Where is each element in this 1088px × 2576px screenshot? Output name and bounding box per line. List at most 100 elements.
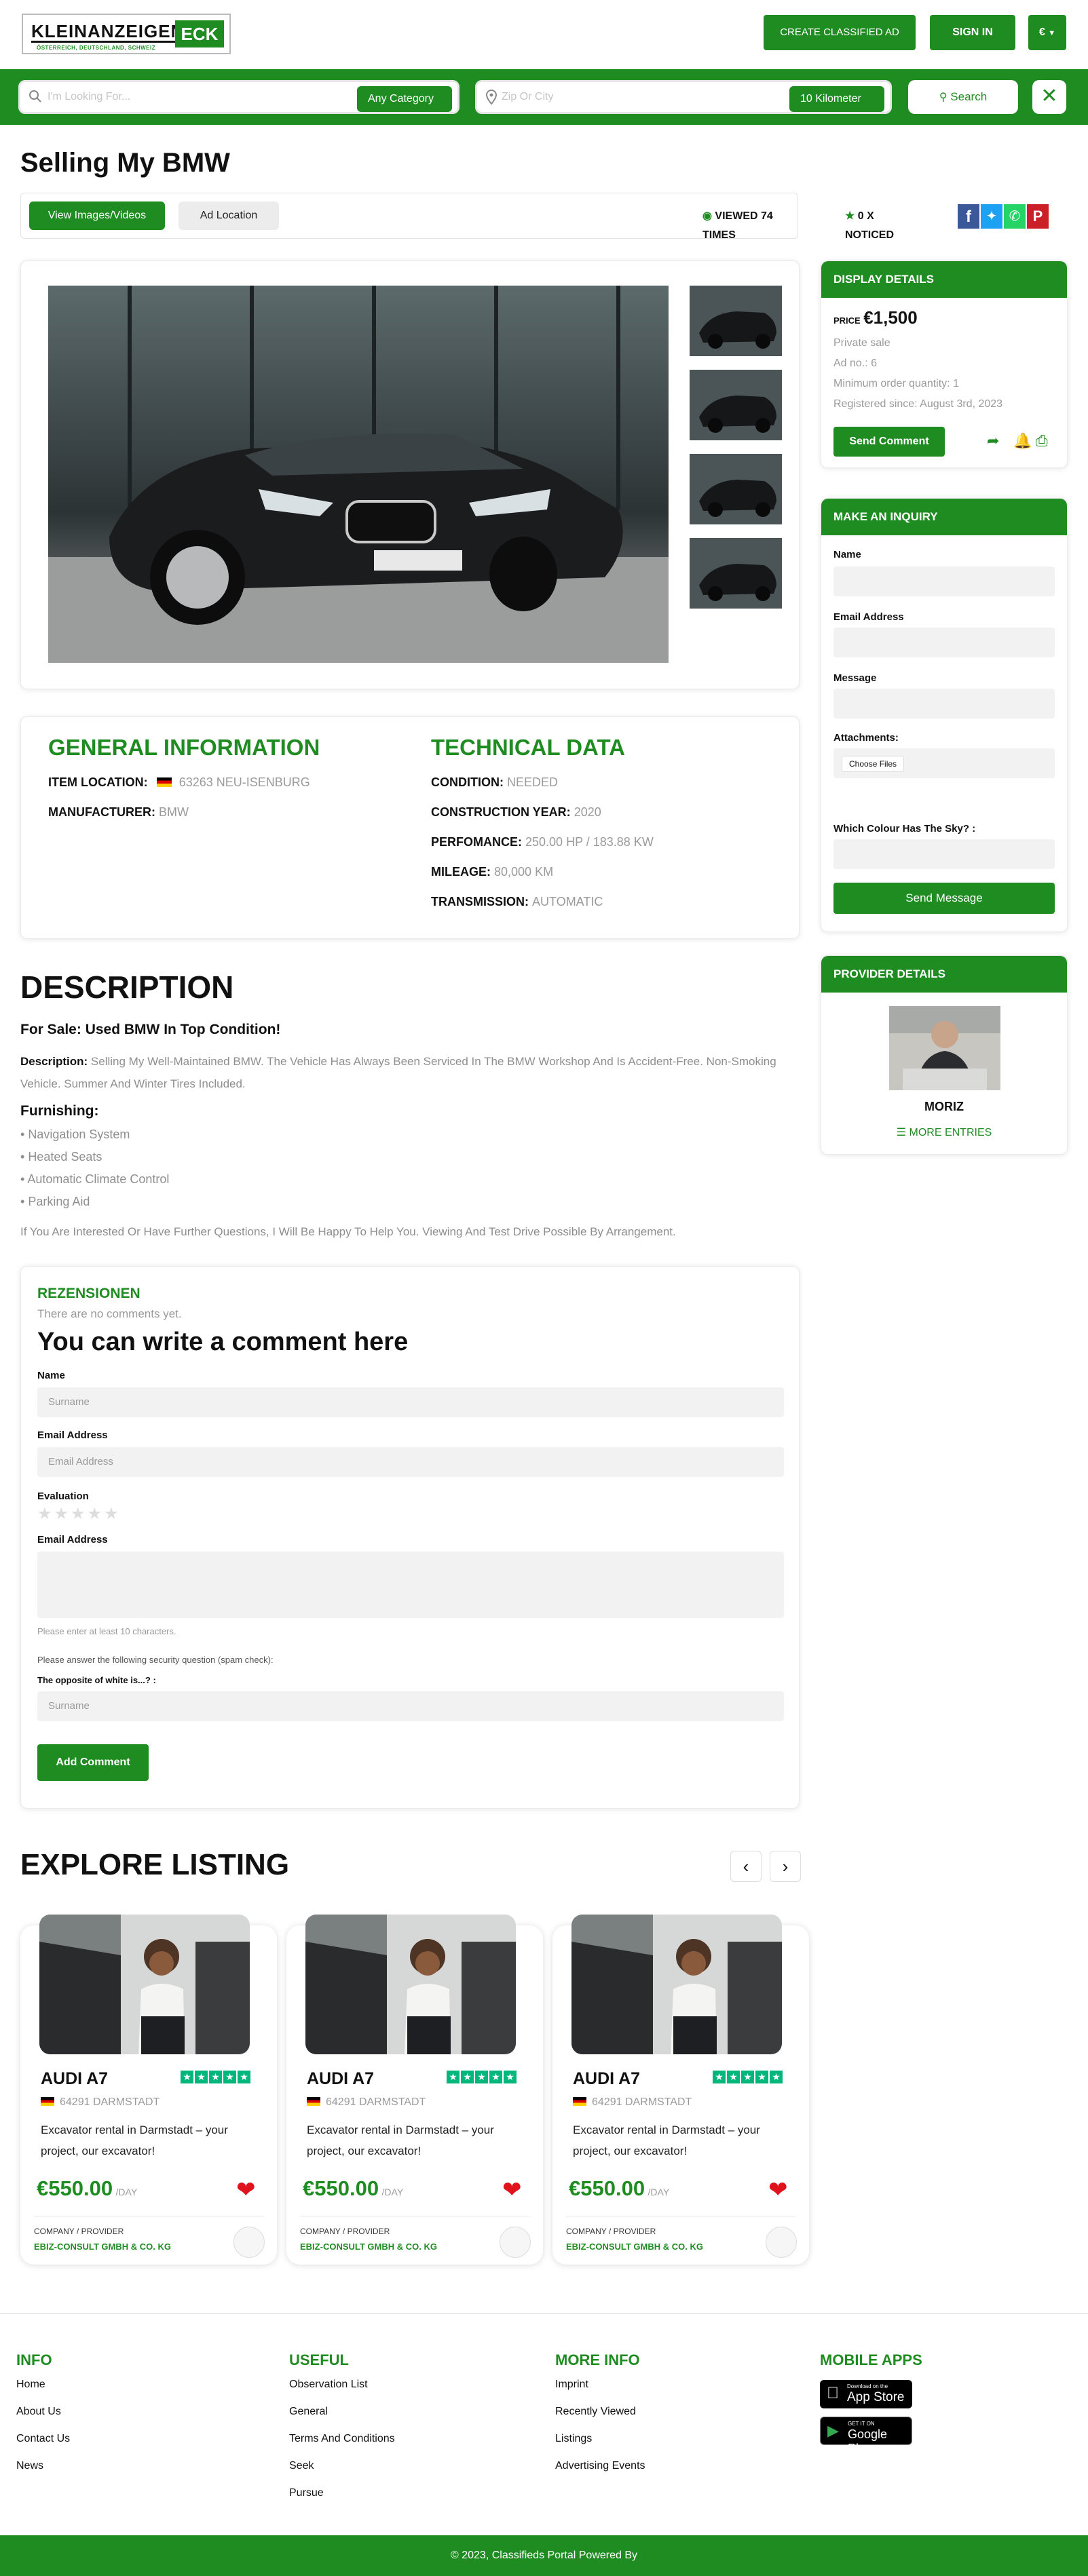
footer-link[interactable]: News [16, 2460, 43, 2472]
site-logo[interactable]: KLEINANZEIGEN ECK ÖSTERREICH, DEUTSCHLAN… [22, 14, 231, 54]
star-icon: ★ [461, 2071, 474, 2083]
footer-link[interactable]: Observation List [289, 2379, 368, 2391]
provider-name[interactable]: EBIZ-CONSULT GMBH & CO. KG [566, 2242, 703, 2252]
display-details-heading: DISPLAY DETAILS [821, 261, 1067, 298]
listing-image[interactable] [571, 1915, 782, 2054]
min-chars-note: Please enter at least 10 characters. [37, 1626, 176, 1636]
carousel-next-button[interactable]: › [770, 1851, 801, 1882]
heart-icon[interactable]: ❤ [236, 2176, 256, 2204]
tech-value: 250.00 HP / 183.88 KW [525, 835, 654, 849]
print-icon[interactable]: ⎙ [1036, 432, 1048, 450]
footer-useful-heading: USEFUL [289, 2351, 349, 2368]
logo-accent: ECK [175, 20, 224, 47]
sign-in-button[interactable]: SIGN IN [930, 15, 1015, 50]
tech-row: CONSTRUCTION YEAR: 2020 [431, 805, 601, 820]
footer-link[interactable]: Imprint [555, 2379, 588, 2391]
thumbnail-1[interactable] [690, 286, 782, 356]
provider-name[interactable]: EBIZ-CONSULT GMBH & CO. KG [34, 2242, 171, 2252]
provider-avatar[interactable] [889, 1006, 1000, 1090]
noticed-stat: ★ 0 X NOTICED [845, 207, 894, 245]
listing-description: Excavator rental in Darmstadt – your pro… [307, 2123, 494, 2157]
location-pin-icon [485, 89, 498, 108]
search-button[interactable]: ⚲ Search [908, 80, 1018, 114]
listing-location: 64291 DARMSTADT [573, 2096, 692, 2109]
twitter-icon[interactable]: ✦ [981, 204, 1002, 229]
star-icon[interactable]: ★ [54, 1505, 71, 1523]
more-entries-link[interactable]: ☰ MORE ENTRIES [821, 1126, 1067, 1139]
image-gallery [20, 261, 800, 689]
category-select[interactable]: Any Category ⌄ [357, 86, 452, 130]
star-icon[interactable]: ★ [88, 1505, 105, 1523]
footer-link[interactable]: Recently Viewed [555, 2406, 636, 2418]
heart-icon[interactable]: ❤ [768, 2176, 788, 2204]
share-icon[interactable]: ➦ [987, 432, 999, 450]
thumbnail-4[interactable] [690, 538, 782, 609]
create-ad-button[interactable]: CREATE CLASSIFIED AD [764, 15, 916, 50]
close-search-button[interactable]: ✕ [1032, 80, 1066, 114]
star-icon: ★ [489, 2071, 502, 2083]
send-message-button[interactable]: Send Message [833, 883, 1055, 914]
currency-dropdown[interactable]: € ▼ [1028, 15, 1066, 50]
footer-link[interactable]: Home [16, 2379, 45, 2391]
star-icon[interactable]: ★ [104, 1505, 121, 1523]
provider-name[interactable]: EBIZ-CONSULT GMBH & CO. KG [300, 2242, 437, 2252]
pinterest-icon[interactable]: P [1027, 204, 1049, 229]
tech-label: TRANSMISSION: [431, 895, 529, 908]
tech-label: CONDITION: [431, 775, 504, 789]
app-store-badge[interactable]:  Download on the App Store [820, 2380, 912, 2408]
bell-icon[interactable]: 🔔 [1013, 432, 1032, 450]
listing-card[interactable]: AUDI A7 ★ ★ ★ ★ ★ 64291 DARMSTADT Excavator ren… [20, 1915, 277, 2265]
listing-title: AUDI A7 [41, 2069, 109, 2088]
spam-note: Please answer the following security que… [37, 1655, 274, 1665]
location-search-field[interactable]: Zip Or City 10 Kilometer ⌄ [475, 80, 892, 130]
comment-email-input[interactable]: Email Address [37, 1447, 784, 1477]
inquiry-name-input[interactable] [833, 566, 1055, 596]
copyright-bar: © 2023, Classifieds Portal Powered By [0, 2535, 1088, 2576]
star-rating[interactable]: ★★★★★ [37, 1504, 121, 1524]
furnishing-item: Automatic Climate Control [27, 1172, 170, 1186]
tab-images[interactable]: View Images/Videos [29, 201, 165, 230]
listing-image[interactable] [305, 1915, 516, 2054]
facebook-icon[interactable]: f [958, 204, 979, 229]
comment-name-input[interactable]: Surname [37, 1387, 784, 1417]
furnishing-heading: Furnishing: [20, 1103, 99, 1119]
logo-text: KLEINANZEIGEN [31, 21, 185, 43]
star-icon[interactable]: ★ [71, 1505, 88, 1523]
send-comment-button[interactable]: Send Comment [833, 427, 945, 457]
footer-link[interactable]: Listings [555, 2433, 592, 2445]
tab-location[interactable]: Ad Location [179, 201, 279, 230]
comment-textarea[interactable] [37, 1552, 784, 1618]
thumbnail-3[interactable] [690, 454, 782, 524]
footer-link[interactable]: Advertising Events [555, 2460, 645, 2472]
heart-icon[interactable]: ❤ [502, 2176, 522, 2204]
display-details-panel: DISPLAY DETAILS PRICE €1,500 Private sal… [821, 261, 1068, 468]
radius-select[interactable]: 10 Kilometer ⌄ [789, 86, 884, 130]
google-play-label: Google Play [848, 2427, 888, 2455]
spam-answer-input[interactable]: Surname [37, 1691, 784, 1721]
listing-image[interactable] [39, 1915, 250, 2054]
footer-info-heading: INFO [16, 2351, 52, 2368]
inquiry-email-input[interactable] [833, 628, 1055, 657]
provider-label: COMPANY / PROVIDER [300, 2227, 390, 2236]
price-value: €1,500 [863, 307, 918, 328]
choose-files-button[interactable]: Choose Files [842, 756, 905, 772]
whatsapp-icon[interactable]: ✆ [1004, 204, 1026, 229]
star-icon[interactable]: ★ [37, 1505, 54, 1523]
carousel-prev-button[interactable]: ‹ [730, 1851, 762, 1882]
footer-link[interactable]: General [289, 2406, 328, 2418]
main-car-image[interactable] [48, 286, 669, 663]
footer-link[interactable]: Seek [289, 2460, 314, 2472]
listing-card[interactable]: AUDI A7 ★ ★ ★ ★ ★ 64291 DARMSTADT Excavator ren… [286, 1915, 543, 2265]
footer-link[interactable]: Terms And Conditions [289, 2433, 395, 2445]
listing-card[interactable]: AUDI A7 ★ ★ ★ ★ ★ 64291 DARMSTADT Excavator ren… [552, 1915, 809, 2265]
inquiry-message-input[interactable] [833, 689, 1055, 718]
footer-link[interactable]: Contact Us [16, 2433, 70, 2445]
google-play-badge[interactable]: ▶ GET IT ON Google Play [820, 2417, 912, 2455]
keyword-search-field[interactable]: I'm Looking For... Any Category ⌄ [18, 80, 459, 130]
security-answer-input[interactable] [833, 839, 1055, 869]
footer-link[interactable]: Pursue [289, 2487, 324, 2499]
add-comment-button[interactable]: Add Comment [37, 1744, 149, 1781]
tech-row: CONDITION: NEEDED [431, 775, 558, 790]
thumbnail-2[interactable] [690, 370, 782, 440]
footer-link[interactable]: About Us [16, 2406, 61, 2418]
